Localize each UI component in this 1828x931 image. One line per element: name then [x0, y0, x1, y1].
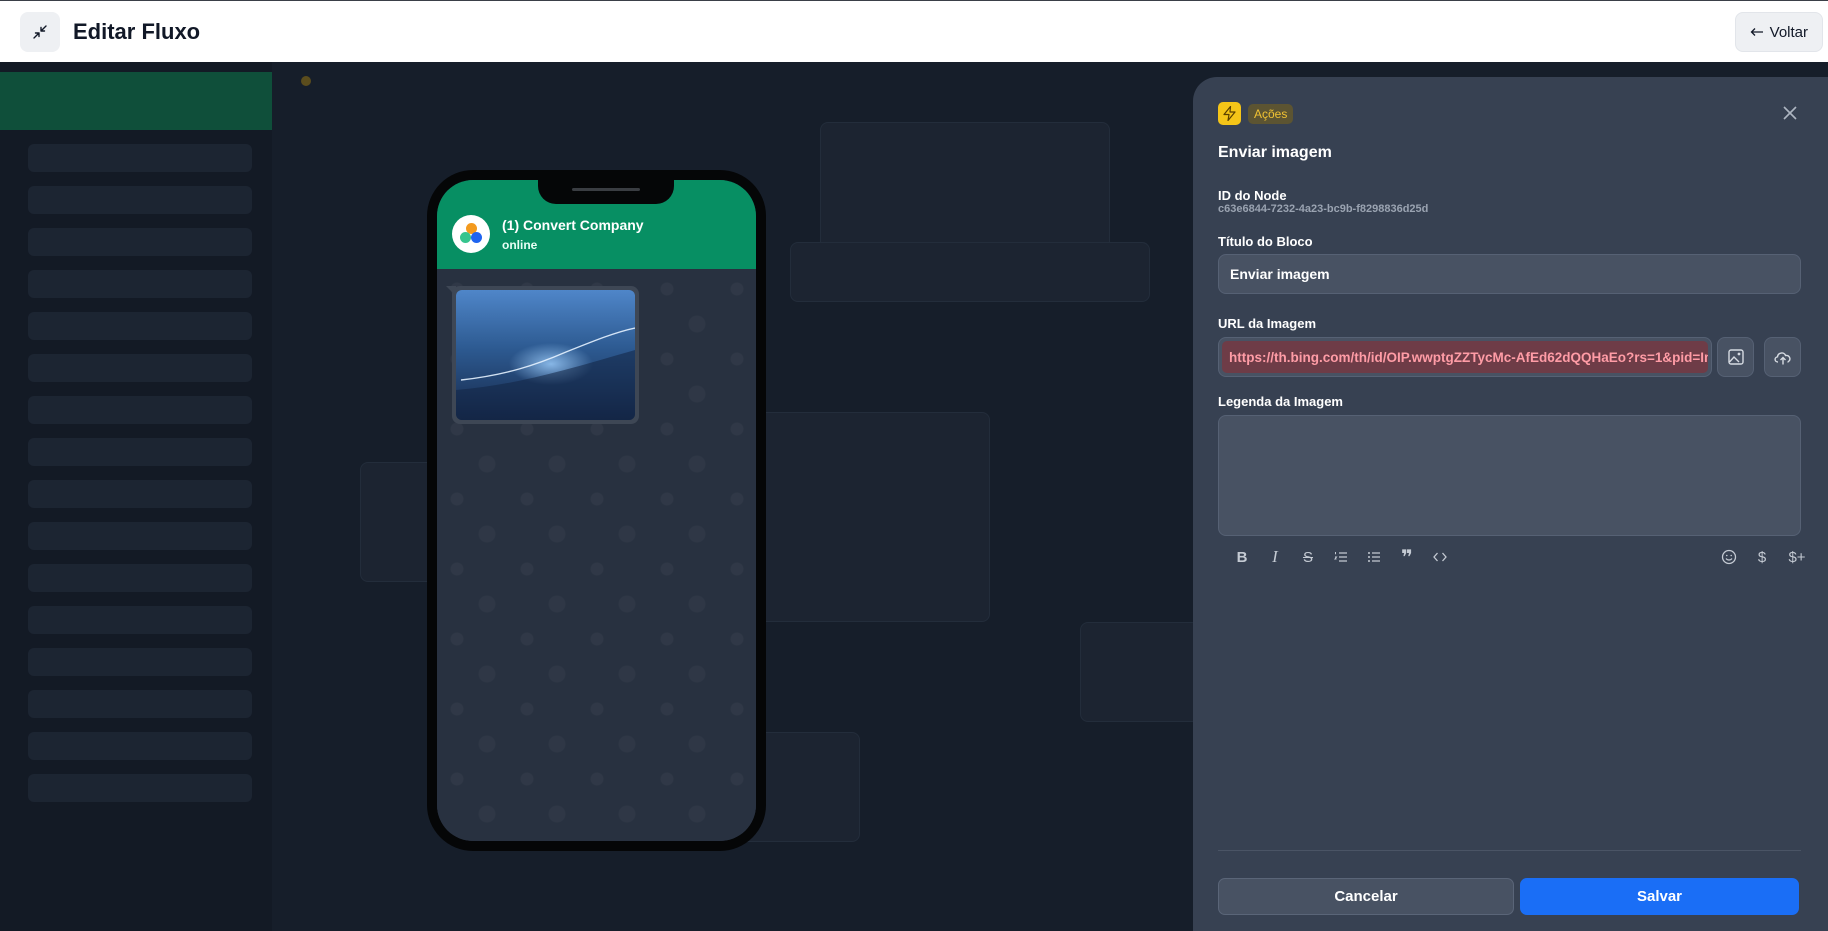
contact-status: online	[502, 238, 538, 252]
phone-preview: (1) Convert Company online	[427, 170, 766, 851]
collapse-button[interactable]	[20, 11, 60, 52]
footer-divider	[1218, 850, 1801, 851]
bold-icon[interactable]: B	[1231, 546, 1253, 568]
contact-avatar	[452, 215, 490, 253]
collapse-icon	[33, 24, 47, 39]
close-icon	[1783, 106, 1797, 120]
category-badge: Ações	[1248, 104, 1294, 124]
block-title-input[interactable]: Enviar imagem	[1218, 254, 1801, 294]
upload-button[interactable]	[1764, 337, 1801, 377]
strikethrough-icon[interactable]: S	[1297, 546, 1319, 568]
add-variable-icon[interactable]: $+	[1783, 546, 1811, 568]
node-library-sidebar	[0, 62, 272, 931]
background-node	[1080, 622, 1200, 722]
back-button[interactable]: Voltar	[1734, 12, 1823, 52]
node-id-value: c63e6844-7232-4a23-bc9b-f8298836d25d	[1218, 203, 1429, 215]
image-gallery-button[interactable]	[1717, 337, 1754, 377]
lightning-icon	[1218, 102, 1241, 125]
back-label: Voltar	[1769, 23, 1808, 41]
arrow-left-icon	[1750, 28, 1763, 36]
caption-textarea[interactable]	[1218, 415, 1801, 536]
emoji-icon[interactable]	[1718, 546, 1740, 568]
phone-notch	[538, 180, 674, 204]
edit-node-panel: Ações Enviar imagem ID do Node c63e6844-…	[1193, 77, 1828, 931]
phone-screen: (1) Convert Company online	[437, 180, 756, 841]
code-icon[interactable]	[1429, 546, 1451, 568]
ordered-list-icon[interactable]	[1330, 546, 1352, 568]
close-panel-button[interactable]	[1780, 103, 1800, 123]
image-icon	[1727, 349, 1744, 365]
chat-body	[437, 269, 756, 841]
block-title-label: Título do Bloco	[1218, 234, 1313, 249]
image-message-bubble	[446, 286, 639, 424]
italic-icon[interactable]: I	[1264, 546, 1286, 568]
top-bar: Editar Fluxo Voltar	[0, 0, 1828, 62]
node-id-label: ID do Node	[1218, 188, 1287, 203]
bullet-list-icon[interactable]	[1363, 546, 1385, 568]
contact-name: (1) Convert Company	[502, 217, 644, 233]
page-title: Editar Fluxo	[73, 18, 201, 44]
image-preview	[456, 290, 635, 420]
cloud-upload-icon	[1773, 352, 1791, 365]
save-button[interactable]: Salvar	[1520, 878, 1799, 915]
quote-icon[interactable]: ❞	[1396, 546, 1418, 569]
panel-title: Enviar imagem	[1218, 144, 1332, 161]
caption-label: Legenda da Imagem	[1218, 394, 1343, 409]
cancel-button[interactable]: Cancelar	[1218, 878, 1514, 915]
background-dot	[301, 76, 311, 86]
background-node	[790, 242, 1150, 302]
image-url-input[interactable]: https://th.bing.com/th/id/OIP.wwptgZZTyc…	[1218, 337, 1712, 377]
image-url-value: https://th.bing.com/th/id/OIP.wwptgZZTyc…	[1222, 341, 1708, 373]
background-node	[740, 412, 990, 622]
variable-icon[interactable]: $	[1751, 546, 1773, 568]
image-url-label: URL da Imagem	[1218, 316, 1317, 331]
